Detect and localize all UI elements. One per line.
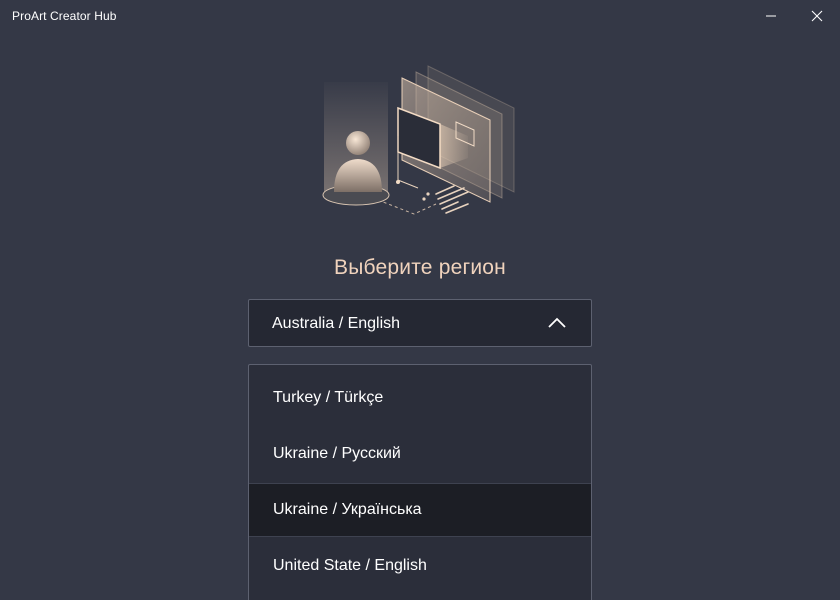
- minimize-button[interactable]: [748, 0, 794, 32]
- close-icon: [811, 10, 823, 22]
- region-option-label: Ukraine / Русский: [273, 445, 401, 462]
- region-option-ukraine-ukrainian[interactable]: Ukraine / Українська: [249, 483, 591, 537]
- region-option-united-state-english[interactable]: United State / English: [249, 537, 591, 591]
- region-dropdown-list[interactable]: Turkey / Türkçe Ukraine / Русский Ukrain…: [248, 364, 592, 600]
- region-select-value: Australia / English: [272, 315, 401, 332]
- region-option-label: United State / English: [273, 557, 427, 574]
- app-title: ProArt Creator Hub: [12, 9, 117, 23]
- app-window: ProArt Creator Hub Выберите регион Austr…: [0, 0, 840, 600]
- minimize-icon: [766, 15, 776, 17]
- title-bar[interactable]: ProArt Creator Hub: [0, 0, 840, 32]
- region-heading: Выберите регион: [334, 256, 506, 279]
- chevron-up-icon[interactable]: [547, 315, 567, 331]
- creator-illustration: [318, 62, 522, 222]
- region-option-turkey-turkce[interactable]: Turkey / Türkçe: [249, 369, 591, 423]
- region-option-ukraine-russian[interactable]: Ukraine / Русский: [249, 425, 591, 479]
- region-option-label: Ukraine / Українська: [273, 501, 422, 518]
- region-option-label: Turkey / Türkçe: [273, 389, 384, 406]
- region-select[interactable]: Australia / English: [248, 299, 592, 347]
- close-button[interactable]: [794, 0, 840, 32]
- creator-illustration-icon: [322, 65, 515, 215]
